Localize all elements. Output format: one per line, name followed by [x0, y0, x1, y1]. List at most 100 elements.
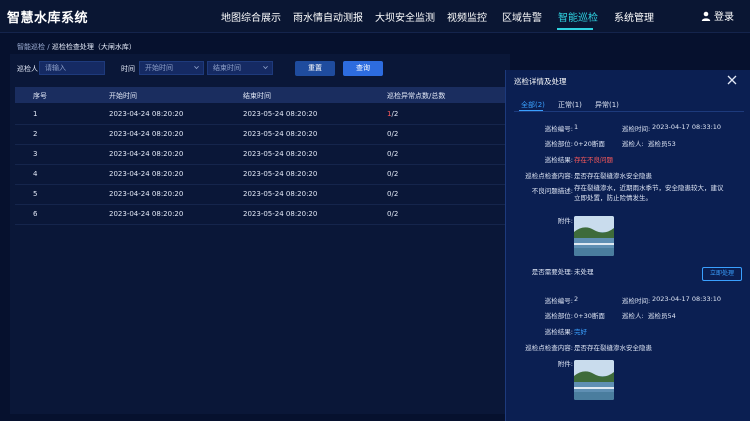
record-person-label: 巡检人: — [622, 312, 644, 320]
table-row[interactable]: 1 2023-04-24 08:20:20 2023-05-24 08:20:2… — [15, 104, 505, 125]
col-header-start: 开始时间 — [109, 92, 137, 100]
record-time: 2023-04-17 08:33:10 — [652, 295, 722, 303]
login-label: 登录 — [714, 12, 734, 23]
record-result: 完好 — [574, 328, 587, 336]
login-button[interactable]: 登录 — [701, 8, 734, 23]
record-result: 存在不良问题 — [574, 156, 613, 164]
tab-active-indicator — [519, 110, 543, 111]
reset-button[interactable]: 重置 — [295, 61, 335, 76]
breadcrumb-root[interactable]: 智能巡检 — [17, 43, 45, 51]
table-row[interactable]: 4 2023-04-24 08:20:20 2023-05-24 08:20:2… — [15, 164, 505, 185]
record-content: 是否存在裂缝渗水安全隐患 — [574, 344, 652, 352]
record-loc: 0+30断面 — [574, 312, 605, 320]
record-no-label: 巡检编号: — [544, 297, 573, 305]
cell-end: 2023-05-24 08:20:20 — [243, 170, 318, 178]
nav-item-rain[interactable]: 雨水情自动测报 — [293, 9, 363, 24]
table-row[interactable]: 3 2023-04-24 08:20:20 2023-05-24 08:20:2… — [15, 144, 505, 165]
cell-index: 3 — [33, 150, 38, 158]
record-time: 2023-04-17 08:33:10 — [652, 123, 722, 131]
total-count: 2 — [393, 110, 399, 118]
inspector-placeholder: 请输入 — [45, 64, 66, 72]
record-content-label: 巡检点检查内容: — [525, 344, 573, 352]
tab-abnormal[interactable]: 异常(1) — [595, 100, 619, 110]
cell-start: 2023-04-24 08:20:20 — [109, 210, 184, 218]
record-content-label: 巡检点检查内容: — [525, 172, 573, 180]
user-icon — [701, 11, 711, 21]
record-no-label: 巡检编号: — [544, 125, 573, 133]
record-attach-label: 附件: — [557, 360, 573, 368]
tab-divider — [514, 111, 744, 112]
attachment-thumbnail[interactable] — [574, 216, 614, 256]
breadcrumb-current: 巡检检查处理（大闸水库） — [51, 43, 136, 51]
app-title: 智慧水库系统 — [7, 11, 89, 26]
tab-all[interactable]: 全部(2) — [521, 100, 545, 110]
detail-title: 巡检详情及处理 — [514, 77, 567, 86]
record-handle-label: 是否需要处理: — [531, 268, 573, 276]
inspector-label: 巡检人 — [17, 65, 38, 73]
time-label: 时间 — [121, 65, 135, 73]
record-handle: 未处理 — [574, 268, 594, 276]
top-bar: 智慧水库系统 地图综合展示 雨水情自动测报 大坝安全监测 视频监控 区域告警 智… — [0, 0, 750, 33]
record-person-label: 巡检人: — [622, 140, 644, 148]
attachment-thumbnail[interactable] — [574, 360, 614, 400]
total-count: 2 — [393, 190, 399, 198]
close-icon[interactable] — [726, 74, 738, 86]
nav-item-dam[interactable]: 大坝安全监测 — [375, 9, 435, 24]
cell-index: 4 — [33, 170, 38, 178]
record-time-label: 巡检时间: — [622, 297, 651, 305]
nav-item-inspection[interactable]: 智能巡检 — [558, 9, 598, 24]
chevron-down-icon — [194, 65, 199, 70]
table-row[interactable]: 6 2023-04-24 08:20:20 2023-05-24 08:20:2… — [15, 204, 505, 225]
tab-normal[interactable]: 正常(1) — [558, 100, 582, 110]
record-person: 巡检员54 — [648, 312, 676, 320]
col-header-end: 结束时间 — [243, 92, 271, 100]
cell-abnormal: 0/2 — [387, 190, 398, 198]
record-content: 是否存在裂缝渗水安全隐患 — [574, 172, 652, 180]
table-row[interactable]: 2 2023-04-24 08:20:20 2023-05-24 08:20:2… — [15, 124, 505, 145]
record-loc: 0+20断面 — [574, 140, 605, 148]
cell-end: 2023-05-24 08:20:20 — [243, 110, 318, 118]
record-attach-label: 附件: — [557, 217, 573, 225]
cell-end: 2023-05-24 08:20:20 — [243, 210, 318, 218]
query-button[interactable]: 查询 — [343, 61, 383, 76]
nav-item-map[interactable]: 地图综合展示 — [221, 9, 281, 24]
start-time-select[interactable]: 开始时间 — [139, 61, 204, 75]
nav-item-system[interactable]: 系统管理 — [614, 9, 654, 24]
total-count: 2 — [393, 130, 399, 138]
handle-now-button[interactable]: 立即处理 — [702, 267, 742, 281]
nav-active-indicator — [557, 28, 593, 30]
cell-end: 2023-05-24 08:20:20 — [243, 130, 318, 138]
cell-abnormal: 0/2 — [387, 170, 398, 178]
cell-start: 2023-04-24 08:20:20 — [109, 130, 184, 138]
record-time-label: 巡检时间: — [622, 125, 651, 133]
total-count: 2 — [393, 150, 399, 158]
inspector-input[interactable]: 请输入 — [39, 61, 105, 75]
record-no: 1 — [574, 123, 579, 131]
breadcrumb-separator: / — [47, 43, 50, 51]
record-loc-label: 巡检部位: — [544, 312, 573, 320]
cell-start: 2023-04-24 08:20:20 — [109, 150, 184, 158]
record-result-label: 巡检结果: — [544, 156, 573, 164]
cell-start: 2023-04-24 08:20:20 — [109, 110, 184, 118]
col-header-abnormal: 巡检异常点数/总数 — [387, 92, 446, 100]
cell-index: 5 — [33, 190, 38, 198]
start-time-placeholder: 开始时间 — [145, 64, 173, 72]
record-loc-label: 巡检部位: — [544, 140, 573, 148]
cell-abnormal: 0/2 — [387, 210, 398, 218]
end-time-select[interactable]: 结束时间 — [207, 61, 273, 75]
record-result-label: 巡检结果: — [544, 328, 573, 336]
record-problem-label: 不良问题描述: — [531, 187, 573, 195]
nav-item-video[interactable]: 视频监控 — [447, 9, 487, 24]
cell-end: 2023-05-24 08:20:20 — [243, 150, 318, 158]
record-no: 2 — [574, 295, 579, 303]
total-count: 2 — [393, 210, 399, 218]
cell-index: 6 — [33, 210, 38, 218]
end-time-placeholder: 结束时间 — [213, 64, 241, 72]
breadcrumb: 智能巡检 / 巡检检查处理（大闸水库） — [17, 42, 136, 52]
total-count: 2 — [393, 170, 399, 178]
table-header: 序号 开始时间 结束时间 巡检异常点数/总数 — [15, 87, 505, 103]
table-row[interactable]: 5 2023-04-24 08:20:20 2023-05-24 08:20:2… — [15, 184, 505, 205]
col-header-index: 序号 — [33, 92, 47, 100]
nav-item-alarm[interactable]: 区域告警 — [502, 9, 542, 24]
detail-panel: 巡检详情及处理 全部(2) 正常(1) 异常(1) 巡检编号: 1 巡检时间: … — [505, 70, 750, 421]
